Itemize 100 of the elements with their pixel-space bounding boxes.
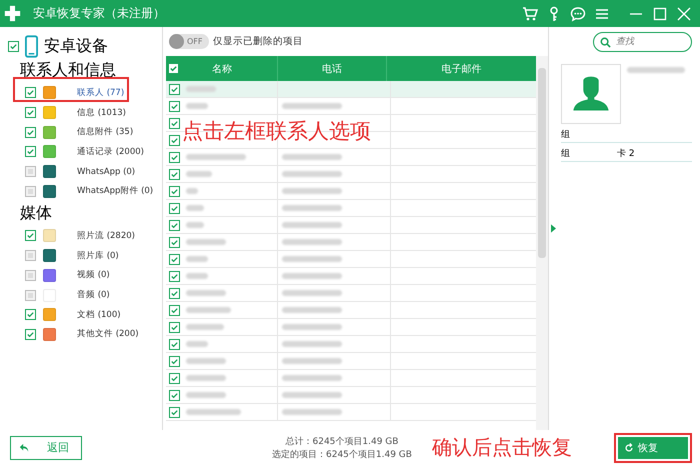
checkbox[interactable] bbox=[169, 288, 180, 298]
category-item[interactable]: 文档 (100) bbox=[77, 308, 121, 321]
annotation-text: 确认后点击恢复 bbox=[432, 434, 572, 461]
category-item[interactable]: WhatsApp (0) bbox=[77, 166, 136, 177]
checkbox[interactable] bbox=[169, 118, 180, 128]
checkbox[interactable] bbox=[169, 186, 180, 196]
field-label: 组 bbox=[561, 128, 571, 140]
checkbox[interactable] bbox=[169, 356, 180, 366]
blurred-text bbox=[186, 392, 226, 398]
category-item[interactable]: 照片库 (0) bbox=[77, 250, 119, 262]
checkbox[interactable] bbox=[25, 186, 36, 197]
blurred-text bbox=[282, 273, 342, 279]
phone-icon bbox=[25, 35, 38, 58]
scrollbar[interactable] bbox=[536, 56, 548, 430]
checkbox[interactable] bbox=[25, 166, 36, 178]
blurred-text bbox=[186, 171, 212, 177]
blurred-text bbox=[186, 290, 226, 296]
filter-label: 仅显示已删除的项目 bbox=[213, 35, 303, 48]
cart-icon[interactable] bbox=[522, 6, 538, 22]
category-item[interactable]: 信息 (1013) bbox=[77, 106, 126, 119]
category-item[interactable]: WhatsApp附件 (0) bbox=[77, 185, 154, 198]
search-field[interactable]: 查找 bbox=[593, 32, 692, 52]
category-item[interactable]: 信息附件 (35) bbox=[77, 126, 134, 138]
blurred-text bbox=[186, 205, 204, 211]
total-summary: 总计：6245个项目1.49 GB bbox=[286, 436, 398, 448]
blurred-text bbox=[186, 103, 208, 109]
category-heading: 联系人和信息 bbox=[20, 60, 117, 81]
blurred-text bbox=[282, 205, 342, 211]
blurred-text bbox=[186, 222, 204, 228]
category-item[interactable]: 照片流 (2820) bbox=[77, 230, 135, 242]
checkbox[interactable] bbox=[25, 230, 36, 242]
checkbox[interactable] bbox=[25, 126, 36, 138]
blurred-text bbox=[282, 171, 342, 177]
device-label: 安卓设备 bbox=[44, 36, 108, 57]
checkbox[interactable] bbox=[169, 236, 180, 248]
window-title: 安卓恢复专家（未注册） bbox=[33, 5, 165, 22]
checkbox[interactable] bbox=[169, 100, 180, 112]
blurred-text bbox=[282, 392, 342, 398]
toggle-switch[interactable]: OFF bbox=[169, 34, 209, 49]
annotation-label: 点击左框联系人选项 bbox=[182, 118, 371, 145]
blurred-text bbox=[186, 324, 224, 330]
category-item[interactable]: 视频 (0) bbox=[77, 269, 110, 282]
checkbox[interactable] bbox=[169, 220, 180, 230]
blurred-text bbox=[186, 341, 208, 347]
checkbox[interactable] bbox=[25, 87, 36, 98]
blurred-text bbox=[282, 154, 342, 160]
checkbox[interactable] bbox=[25, 270, 36, 281]
checkbox[interactable] bbox=[169, 254, 180, 264]
checkbox[interactable] bbox=[25, 309, 36, 320]
expand-arrow-icon[interactable] bbox=[550, 224, 556, 233]
checkbox[interactable] bbox=[25, 328, 36, 340]
checkbox[interactable] bbox=[169, 270, 180, 282]
plus-logo-icon bbox=[4, 5, 21, 22]
checkbox[interactable] bbox=[169, 304, 180, 316]
blurred-text bbox=[282, 239, 342, 245]
checkbox[interactable] bbox=[8, 41, 19, 52]
checkbox[interactable] bbox=[25, 250, 36, 262]
blurred-text bbox=[282, 256, 342, 262]
checkbox[interactable] bbox=[169, 202, 180, 214]
blurred-text bbox=[186, 154, 246, 160]
checkbox[interactable] bbox=[169, 322, 180, 332]
category-item[interactable]: 通话记录 (2000) bbox=[77, 146, 144, 158]
blurred-text bbox=[186, 273, 208, 279]
select-all-checkbox[interactable] bbox=[169, 64, 178, 73]
category-item[interactable]: 音频 (0) bbox=[77, 289, 110, 302]
checkbox[interactable] bbox=[169, 152, 180, 162]
checkbox[interactable] bbox=[25, 290, 36, 301]
close-icon[interactable] bbox=[676, 6, 692, 22]
blurred-text bbox=[282, 375, 342, 381]
refresh-icon bbox=[624, 442, 634, 452]
field-label: 组 bbox=[561, 148, 571, 160]
checkbox[interactable] bbox=[169, 390, 180, 400]
chat-icon[interactable] bbox=[570, 6, 586, 22]
checkbox[interactable] bbox=[169, 372, 180, 384]
blurred-text bbox=[186, 239, 226, 245]
checkbox[interactable] bbox=[169, 134, 180, 146]
checkbox[interactable] bbox=[169, 168, 180, 180]
blurred-text bbox=[282, 103, 342, 109]
blurred-text bbox=[186, 375, 226, 381]
checkbox[interactable] bbox=[25, 146, 36, 158]
blurred-text bbox=[186, 307, 231, 313]
maximize-icon[interactable] bbox=[652, 6, 668, 22]
blurred-text bbox=[282, 290, 342, 296]
category-heading: 媒体 bbox=[20, 203, 53, 224]
blurred-text bbox=[627, 67, 685, 73]
blurred-text bbox=[282, 358, 342, 364]
blurred-text bbox=[282, 222, 342, 228]
category-item[interactable]: 其他文件 (200) bbox=[77, 328, 139, 340]
checkbox[interactable] bbox=[169, 406, 180, 418]
blurred-text bbox=[186, 358, 226, 364]
selected-summary: 选定的项目：6245个项目1.49 GB bbox=[272, 448, 412, 460]
checkbox[interactable] bbox=[169, 338, 180, 350]
category-item[interactable]: 联系人 (77) bbox=[77, 86, 124, 99]
field-value: 卡 2 bbox=[617, 148, 635, 160]
checkbox[interactable] bbox=[25, 107, 36, 118]
blurred-text bbox=[282, 324, 342, 330]
checkbox[interactable] bbox=[169, 84, 180, 94]
blurred-text bbox=[186, 188, 198, 194]
blurred-text bbox=[186, 256, 208, 262]
back-arrow-icon bbox=[19, 442, 29, 452]
